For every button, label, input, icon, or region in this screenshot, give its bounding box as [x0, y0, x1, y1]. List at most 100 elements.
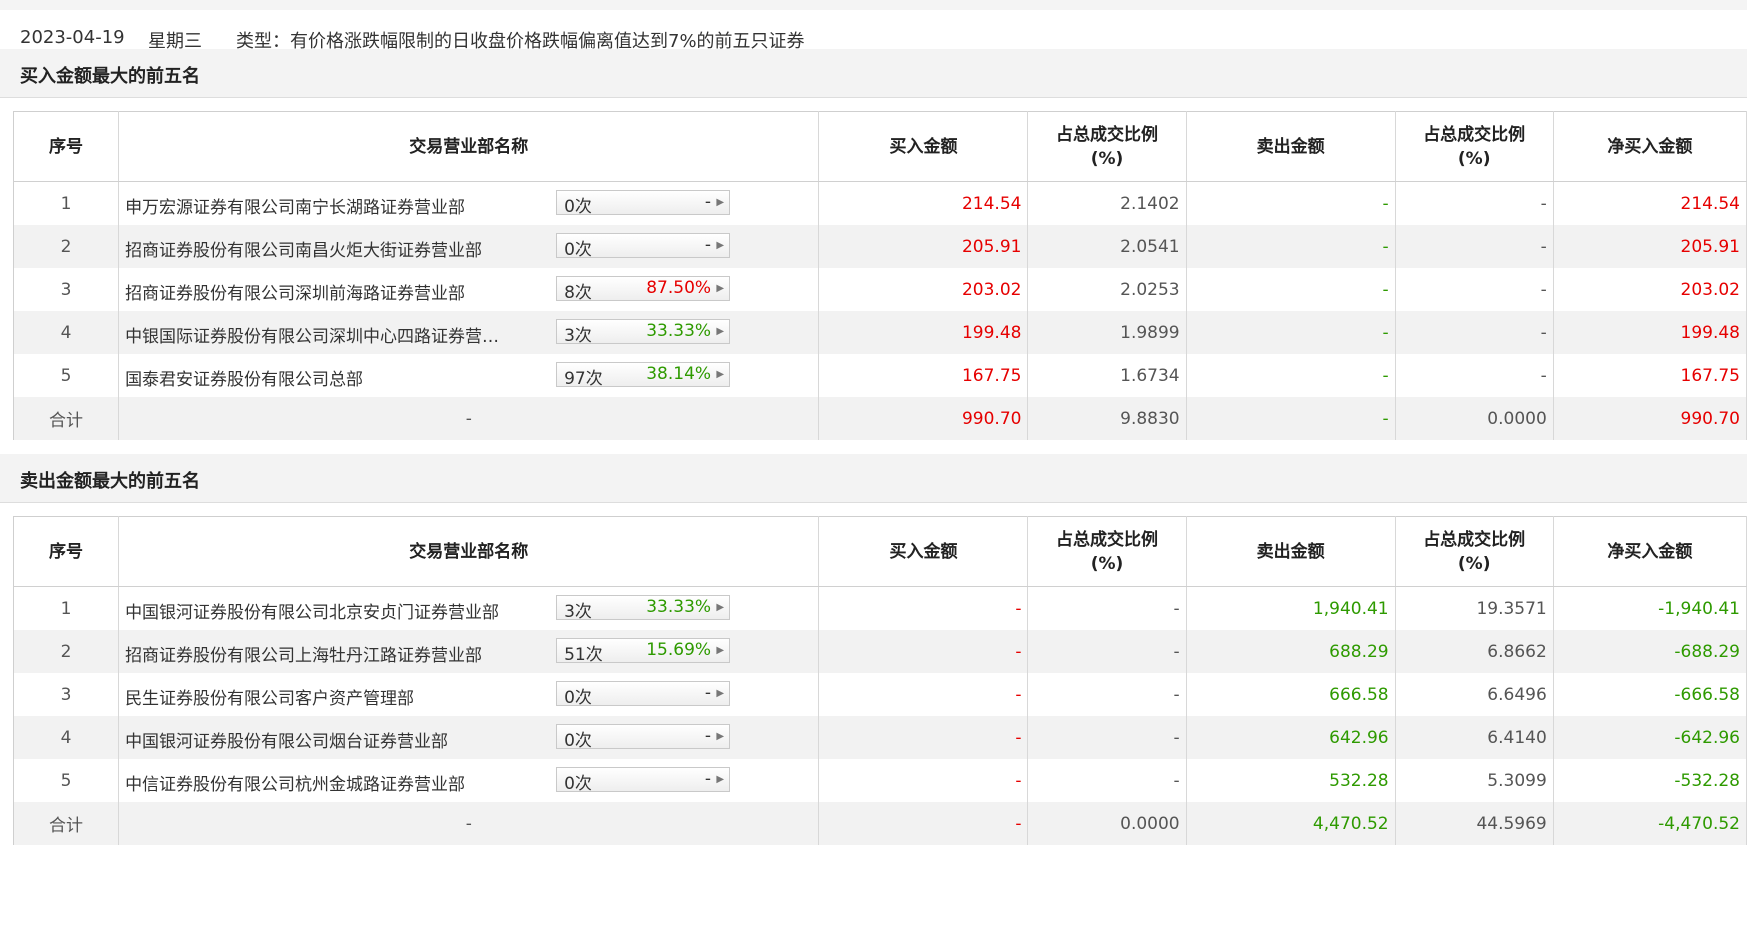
table-row: 2 招商证券股份有限公司上海牡丹江路证券营业部 51次 15.69% ▶ - -688.29…	[13, 630, 1747, 673]
buy-table-header: 序号 交易营业部名称 买入金额 占总成交比例(%) 卖出金额 占总成交比例(%)…	[13, 111, 1747, 182]
appearance-count: 0次	[564, 774, 592, 794]
row-name-cell: 招商证券股份有限公司南昌火炬大街证券营业部 0次 - ▶	[118, 225, 820, 268]
row-sell: -	[1186, 311, 1396, 354]
row-sell-ratio: 5.3099	[1395, 759, 1554, 802]
appearance-count: 0次	[564, 731, 592, 751]
appearance-count: 0次	[564, 197, 592, 217]
row-name-cell: 申万宏源证券有限公司南宁长湖路证券营业部 0次 - ▶	[118, 181, 820, 225]
col-sell-ratio: 占总成交比例(%)	[1395, 516, 1554, 587]
row-sell-ratio: 6.4140	[1395, 716, 1554, 759]
total-sell: 4,470.52	[1186, 802, 1396, 845]
row-buy-ratio: 1.6734	[1027, 354, 1187, 397]
row-buy: 205.91	[818, 225, 1029, 268]
row-net: -688.29	[1553, 630, 1747, 673]
history-dropdown[interactable]: 51次 15.69% ▶	[556, 638, 731, 665]
row-buy: -	[818, 630, 1029, 673]
row-sell: 666.58	[1186, 673, 1396, 716]
col-buy-ratio: 占总成交比例(%)	[1027, 516, 1187, 587]
row-sell: -	[1186, 354, 1396, 397]
broker-name[interactable]: 国泰君安证券股份有限公司总部	[125, 365, 550, 390]
broker-name[interactable]: 招商证券股份有限公司南昌火炬大街证券营业部	[125, 236, 550, 261]
history-dropdown[interactable]: 3次 33.33% ▶	[556, 319, 731, 346]
history-dropdown[interactable]: 0次 - ▶	[556, 233, 731, 260]
total-label: 合计	[13, 802, 120, 845]
history-dropdown[interactable]: 8次 87.50% ▶	[556, 276, 731, 303]
col-name: 交易营业部名称	[118, 516, 820, 587]
row-name-cell: 中国银河证券股份有限公司北京安贞门证券营业部 3次 33.33% ▶	[118, 586, 820, 630]
sell-table-header: 序号 交易营业部名称 买入金额 占总成交比例(%) 卖出金额 占总成交比例(%)…	[13, 516, 1747, 587]
row-sell: -	[1186, 181, 1396, 225]
broker-name[interactable]: 招商证券股份有限公司深圳前海路证券营业部	[125, 279, 550, 304]
col-name: 交易营业部名称	[118, 111, 820, 182]
row-seq: 2	[13, 630, 120, 673]
row-sell-ratio: -	[1395, 268, 1554, 311]
row-buy: -	[818, 586, 1029, 630]
win-rate: -	[704, 769, 712, 789]
triangle-right-icon: ▶	[716, 731, 725, 742]
row-net: -1,940.41	[1553, 586, 1747, 630]
row-net: 214.54	[1553, 181, 1747, 225]
row-buy-ratio: -	[1027, 673, 1187, 716]
row-seq: 2	[13, 225, 120, 268]
row-seq: 4	[13, 716, 120, 759]
buy-section-title: 买入金额最大的前五名	[0, 49, 1747, 98]
broker-name[interactable]: 申万宏源证券有限公司南宁长湖路证券营业部	[125, 193, 550, 218]
history-dropdown[interactable]: 0次 - ▶	[556, 190, 731, 217]
broker-name[interactable]: 招商证券股份有限公司上海牡丹江路证券营业部	[125, 641, 550, 666]
row-seq: 1	[13, 181, 120, 225]
row-net: 167.75	[1553, 354, 1747, 397]
broker-name[interactable]: 中国银河证券股份有限公司烟台证券营业部	[125, 727, 550, 752]
header-line: 2023-04-19 星期三 类型：有价格涨跌幅限制的日收盘价格跌幅偏离值达到7…	[0, 10, 1747, 52]
total-name: -	[118, 397, 820, 440]
row-net: 203.02	[1553, 268, 1747, 311]
row-buy: -	[818, 759, 1029, 802]
row-sell-ratio: 6.8662	[1395, 630, 1554, 673]
triangle-right-icon: ▶	[716, 688, 725, 699]
broker-name[interactable]: 民生证券股份有限公司客户资产管理部	[125, 684, 550, 709]
row-name-cell: 招商证券股份有限公司上海牡丹江路证券营业部 51次 15.69% ▶	[118, 630, 820, 673]
triangle-right-icon: ▶	[716, 283, 725, 294]
win-rate: -	[704, 726, 712, 746]
table-row: 2 招商证券股份有限公司南昌火炬大街证券营业部 0次 - ▶ 205.91 2.0541- -…	[13, 225, 1747, 268]
total-buy-ratio: 9.8830	[1027, 397, 1187, 440]
row-seq: 3	[13, 673, 120, 716]
col-net: 净买入金额	[1553, 516, 1747, 587]
top-strip	[0, 0, 1747, 10]
row-net: -666.58	[1553, 673, 1747, 716]
history-dropdown[interactable]: 0次 - ▶	[556, 681, 731, 708]
history-dropdown[interactable]: 97次 38.14% ▶	[556, 362, 731, 389]
row-buy: 203.02	[818, 268, 1029, 311]
row-name-cell: 国泰君安证券股份有限公司总部 97次 38.14% ▶	[118, 354, 820, 397]
table-row: 5 中信证券股份有限公司杭州金城路证券营业部 0次 - ▶ - -532.28 5.3099-…	[13, 759, 1747, 802]
appearance-count: 3次	[564, 326, 592, 346]
row-seq: 5	[13, 759, 120, 802]
row-sell-ratio: -	[1395, 311, 1554, 354]
total-row: 合计 - -0.0000 4,470.52 44.5969 -4,470.52	[13, 802, 1747, 845]
row-sell: 1,940.41	[1186, 586, 1396, 630]
table-row: 3 民生证券股份有限公司客户资产管理部 0次 - ▶ - -666.58 6.6496 -666…	[13, 673, 1747, 716]
history-dropdown[interactable]: 0次 - ▶	[556, 767, 731, 794]
appearance-count: 97次	[564, 369, 603, 389]
broker-name[interactable]: 中国银河证券股份有限公司北京安贞门证券营业部	[125, 598, 550, 623]
win-rate: -	[704, 235, 712, 255]
col-sell-ratio: 占总成交比例(%)	[1395, 111, 1554, 182]
row-seq: 5	[13, 354, 120, 397]
broker-name[interactable]: 中信证券股份有限公司杭州金城路证券营业部	[125, 770, 550, 795]
col-sell: 卖出金额	[1186, 516, 1396, 587]
sell-section-title-text: 卖出金额最大的前五名	[20, 471, 200, 492]
triangle-right-icon: ▶	[716, 326, 725, 337]
broker-name[interactable]: 中银国际证券股份有限公司深圳中心四路证券营…	[125, 322, 550, 347]
total-buy-ratio: 0.0000	[1027, 802, 1187, 845]
history-dropdown[interactable]: 3次 33.33% ▶	[556, 595, 731, 622]
appearance-count: 3次	[564, 602, 592, 622]
row-buy-ratio: -	[1027, 630, 1187, 673]
col-seq: 序号	[13, 111, 120, 182]
row-sell: 642.96	[1186, 716, 1396, 759]
triangle-right-icon: ▶	[716, 197, 725, 208]
col-sell: 卖出金额	[1186, 111, 1396, 182]
row-sell: 688.29	[1186, 630, 1396, 673]
row-buy: 214.54	[818, 181, 1029, 225]
triangle-right-icon: ▶	[716, 645, 725, 656]
history-dropdown[interactable]: 0次 - ▶	[556, 724, 731, 751]
row-sell-ratio: -	[1395, 181, 1554, 225]
